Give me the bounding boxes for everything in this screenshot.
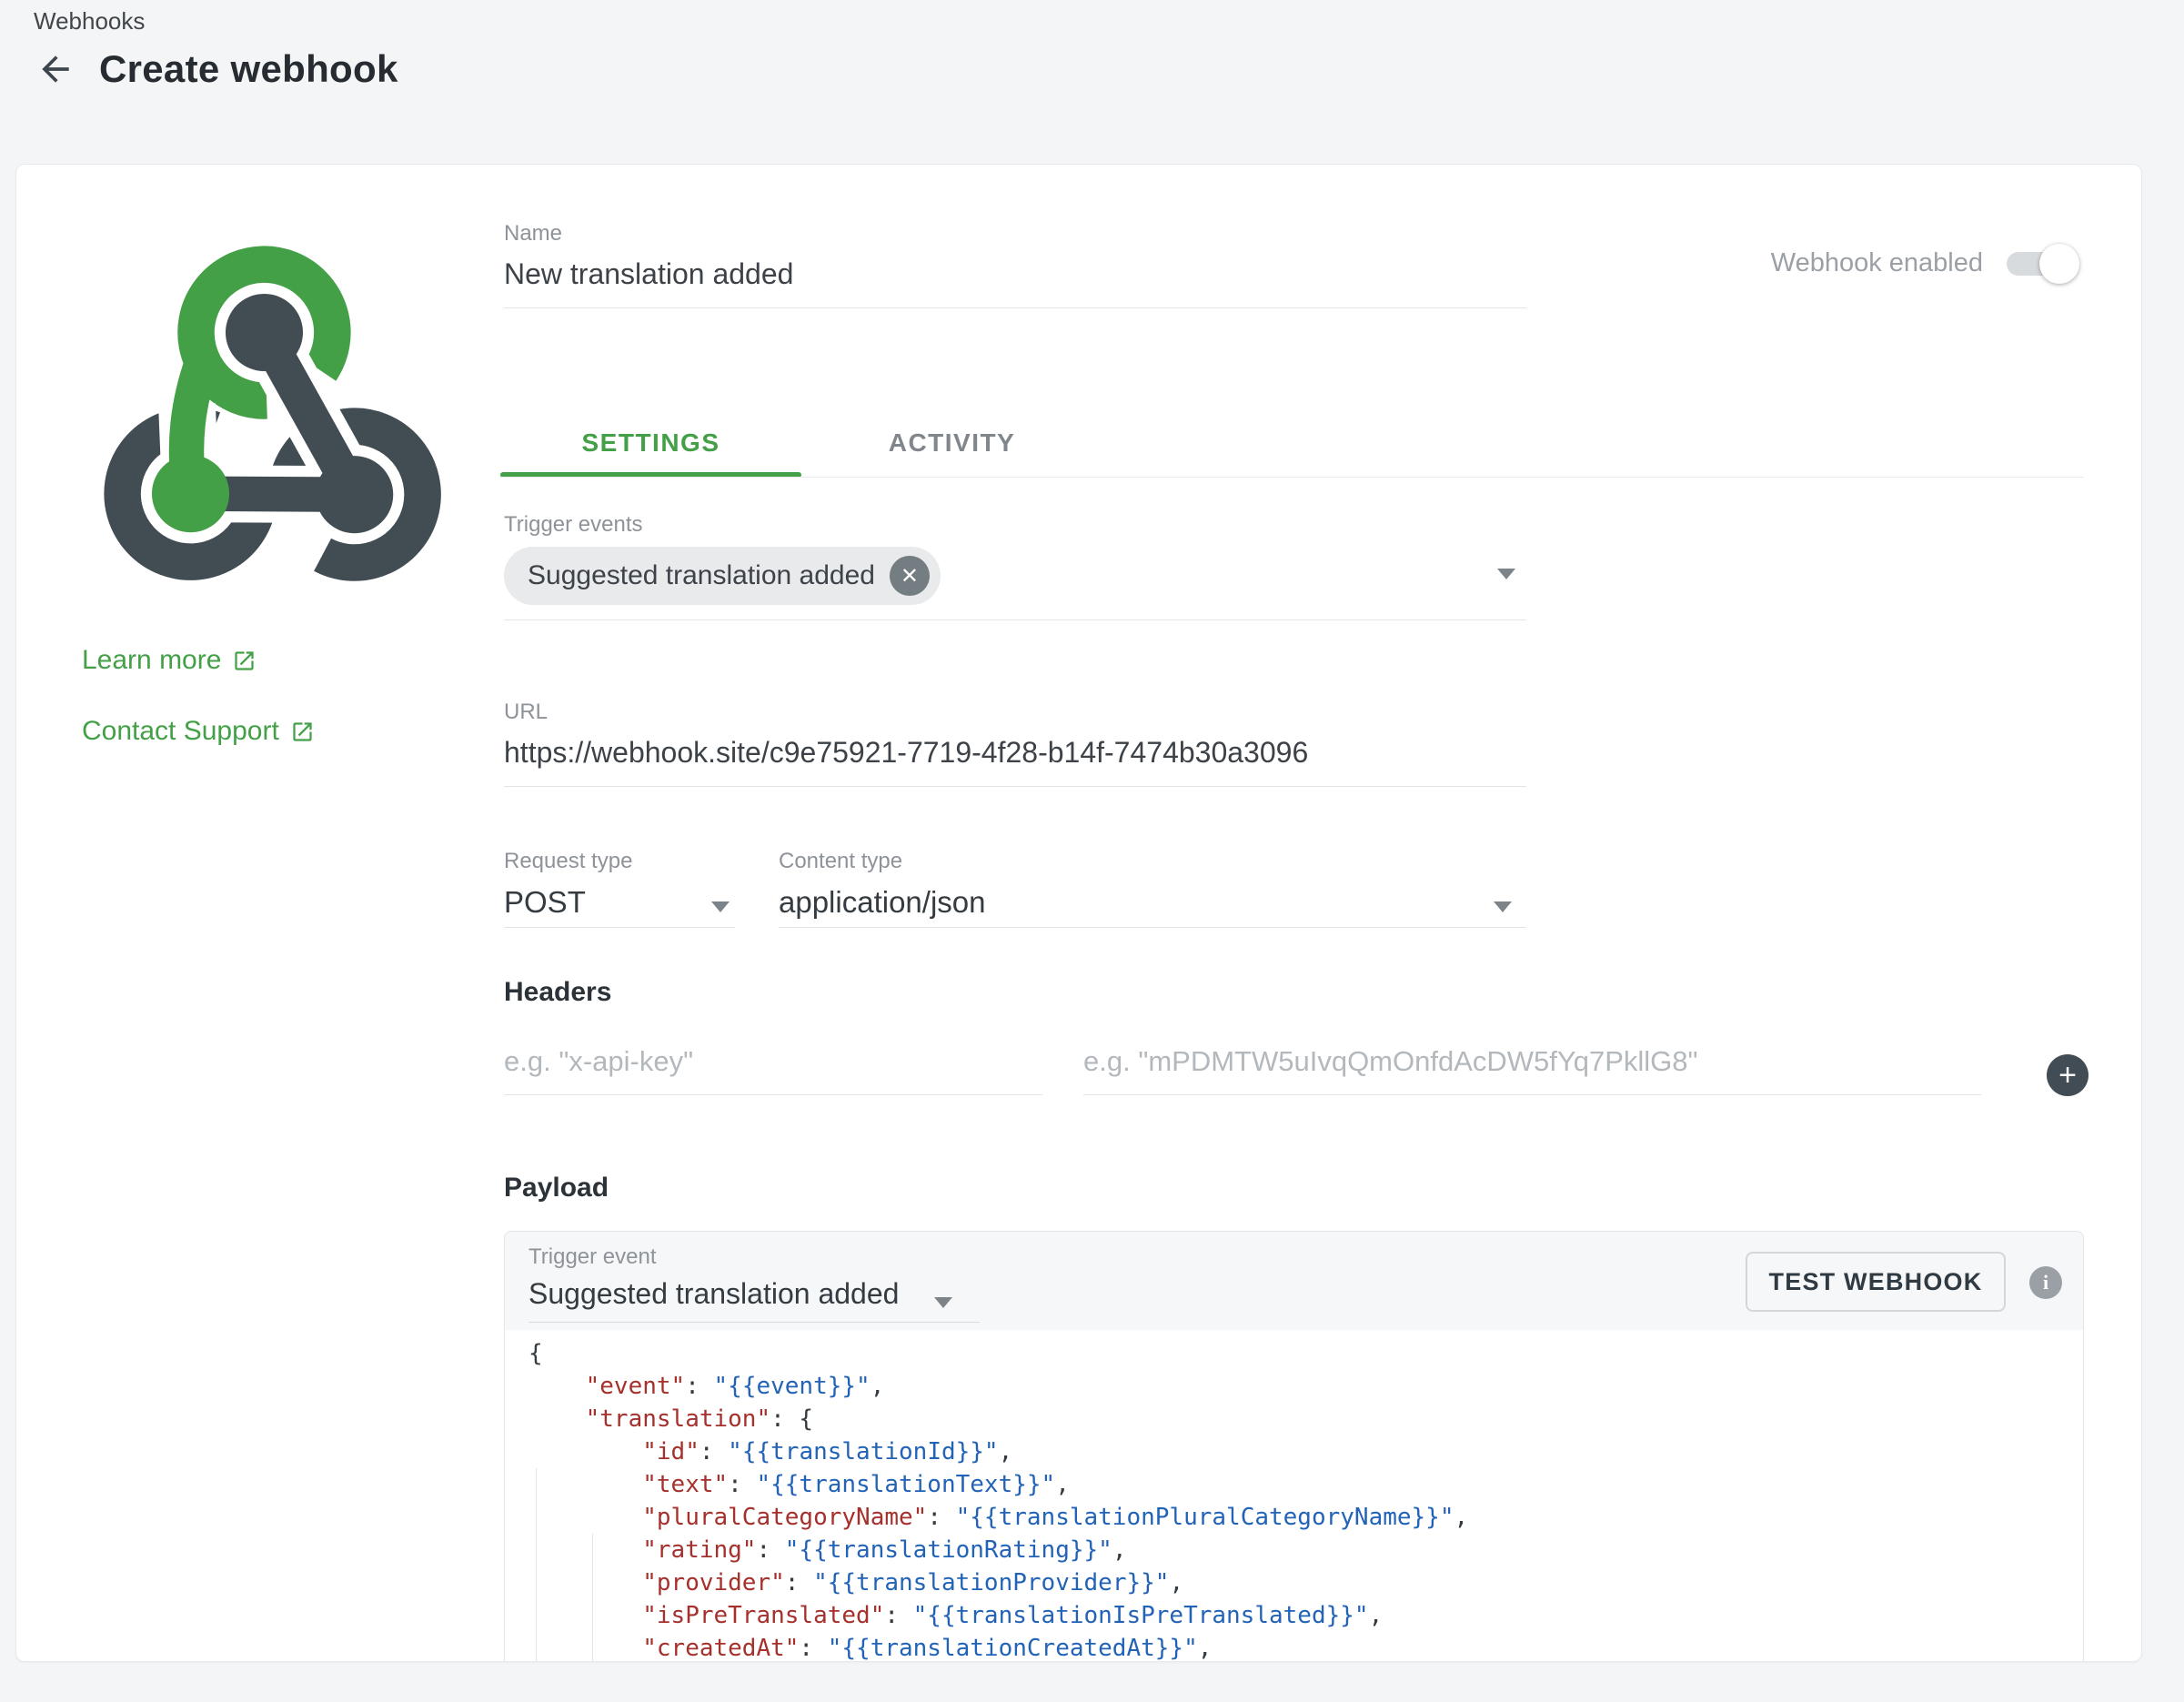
- payload-panel-header: Trigger event Suggested translation adde…: [505, 1232, 2083, 1331]
- trigger-events-field[interactable]: Trigger events Suggested translation add…: [504, 512, 1526, 620]
- url-label: URL: [504, 700, 1526, 725]
- tab-settings[interactable]: SETTINGS: [500, 408, 801, 478]
- learn-more-link[interactable]: Learn more: [82, 645, 257, 676]
- content-type-value: application/json: [779, 885, 1526, 927]
- header-key-field: [504, 1040, 1042, 1095]
- title-row: Create webhook: [34, 47, 398, 91]
- payload-code-editor[interactable]: { "event": "{{event}}", "translation": {…: [505, 1330, 2083, 1662]
- chevron-down-icon: [1494, 901, 1512, 912]
- indent-guide: [536, 1468, 537, 1662]
- name-label: Name: [504, 221, 1526, 247]
- code-line: "provider": "{{translationProvider}}",: [528, 1566, 2083, 1599]
- chevron-down-icon[interactable]: [1497, 569, 1515, 579]
- request-type-label: Request type: [504, 849, 735, 874]
- trigger-events-label: Trigger events: [504, 512, 1526, 538]
- code-line: "event": "{{event}}",: [528, 1370, 2083, 1403]
- request-type-value: POST: [504, 885, 735, 927]
- url-input[interactable]: [504, 736, 1526, 786]
- arrow-left-icon: [35, 49, 75, 89]
- code-line: "text": "{{translationText}}",: [528, 1468, 2083, 1501]
- code-line: "translation": {: [528, 1403, 2083, 1435]
- payload-heading: Payload: [504, 1173, 609, 1203]
- webhook-enabled-toggle[interactable]: [2007, 252, 2076, 276]
- code-line: "pluralCategoryName": "{{translationPlur…: [528, 1501, 2083, 1534]
- headers-heading: Headers: [504, 977, 611, 1008]
- header-value-field: [1083, 1040, 1981, 1095]
- breadcrumb[interactable]: Webhooks: [34, 7, 145, 35]
- trigger-event-chip: Suggested translation added ✕: [504, 547, 941, 605]
- payload-panel: Trigger event Suggested translation adde…: [504, 1231, 2084, 1662]
- external-link-icon: [232, 649, 257, 673]
- info-icon[interactable]: i: [2029, 1266, 2062, 1299]
- chip-label: Suggested translation added: [528, 560, 875, 591]
- tabs: SETTINGS ACTIVITY: [500, 408, 1102, 478]
- page-title: Create webhook: [99, 47, 398, 91]
- code-line: {: [528, 1337, 2083, 1370]
- header-key-input[interactable]: [504, 1040, 1042, 1094]
- contact-support-label: Contact Support: [82, 716, 279, 747]
- webhook-logo-icon: [80, 228, 448, 585]
- code-line: "createdAt": "{{translationCreatedAt}}",: [528, 1632, 2083, 1662]
- trigger-event-select[interactable]: Trigger event Suggested translation adde…: [528, 1244, 980, 1323]
- indent-guide: [592, 1534, 593, 1662]
- url-field: URL: [504, 700, 1526, 787]
- webhook-enabled-label: Webhook enabled: [1771, 248, 1983, 278]
- learn-more-label: Learn more: [82, 645, 221, 676]
- add-header-button[interactable]: +: [2047, 1054, 2088, 1096]
- chip-remove-button[interactable]: ✕: [890, 556, 930, 596]
- trigger-event-label: Trigger event: [528, 1244, 980, 1270]
- chevron-down-icon: [711, 901, 730, 912]
- name-input[interactable]: [504, 257, 1526, 307]
- webhook-enabled-row: Webhook enabled: [1771, 248, 2076, 278]
- name-field: Name: [504, 221, 1526, 308]
- toggle-thumb: [2039, 244, 2079, 284]
- code-line: "isPreTranslated": "{{translationIsPreTr…: [528, 1599, 2083, 1632]
- tab-activity[interactable]: ACTIVITY: [801, 408, 1102, 478]
- tabs-divider: [500, 477, 2084, 478]
- content-type-select[interactable]: Content type application/json: [779, 849, 1526, 928]
- test-webhook-button[interactable]: TEST WEBHOOK: [1746, 1252, 2006, 1312]
- webhook-card: Learn more Contact Support Name Webhook …: [15, 164, 2142, 1662]
- external-link-icon: [290, 720, 315, 744]
- request-type-select[interactable]: Request type POST: [504, 849, 735, 928]
- chevron-down-icon: [934, 1297, 952, 1308]
- back-button[interactable]: [34, 47, 77, 91]
- code-line: "rating": "{{translationRating}}",: [528, 1534, 2083, 1566]
- code-line: "id": "{{translationId}}",: [528, 1435, 2083, 1468]
- content-type-label: Content type: [779, 849, 1526, 874]
- payload-code: { "event": "{{event}}", "translation": {…: [528, 1337, 2083, 1662]
- trigger-event-value: Suggested translation added: [528, 1277, 980, 1311]
- header-value-input[interactable]: [1083, 1040, 1981, 1094]
- contact-support-link[interactable]: Contact Support: [82, 716, 315, 747]
